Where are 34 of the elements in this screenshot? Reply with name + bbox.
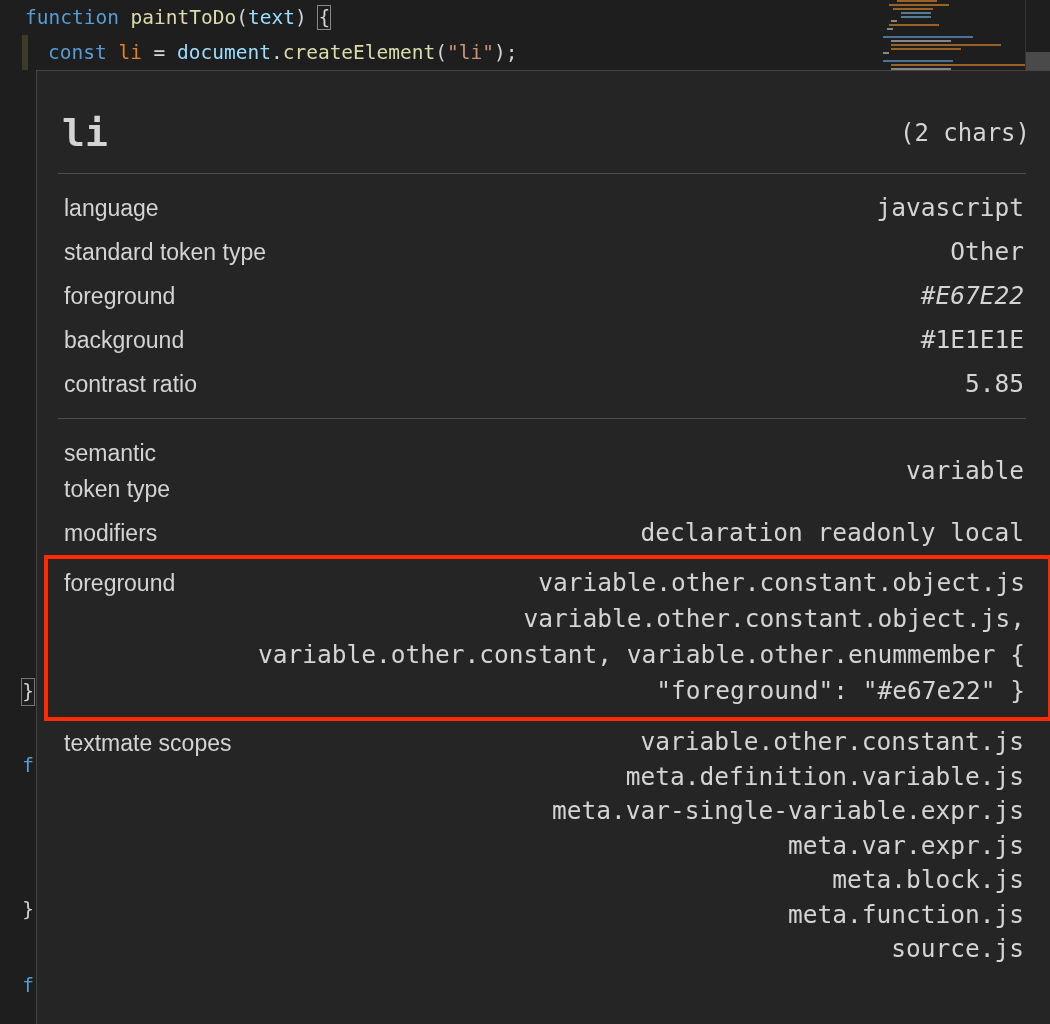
char-count: (2 chars) [899, 119, 1030, 147]
code-line: function paintToDo(text) { [24, 5, 332, 31]
property-value: Other [950, 236, 1024, 268]
property-value: javascript [876, 192, 1024, 224]
property-value: meta.definition.variable.js [625, 760, 1024, 793]
property-value: variable.other.constant.object.js, [523, 603, 1025, 635]
property-label: background [64, 326, 185, 355]
property-value: #E67E22 [920, 280, 1024, 312]
property-value: #1E1E1E [920, 324, 1024, 356]
property-label: contrast ratio [64, 370, 197, 399]
code-fragment: } [22, 679, 34, 705]
code-fragment: f [22, 973, 34, 999]
scrollbar[interactable] [1025, 0, 1050, 70]
property-value: meta.function.js [788, 898, 1024, 931]
property-value: meta.var.expr.js [788, 829, 1024, 862]
property-label: language [64, 194, 159, 223]
property-value: meta.block.js [832, 864, 1024, 896]
property-value: "foreground": "#e67e22" } [656, 675, 1025, 707]
property-value: 5.85 [965, 368, 1024, 400]
property-value: variable.other.constant.js [640, 726, 1024, 758]
property-value: meta.var-single-variable.expr.js [552, 795, 1024, 827]
code-fragment: f [22, 753, 34, 779]
property-value: source.js [891, 933, 1024, 965]
property-value: variable [906, 455, 1024, 487]
property-value: variable.other.constant.object.js [538, 567, 1025, 599]
property-label: foreground [64, 282, 176, 311]
code-fragment: } [22, 897, 34, 923]
token-name: li [61, 111, 108, 155]
property-value: declaration readonly local [640, 517, 1024, 549]
property-value: variable.other.constant, variable.other.enummember { [258, 639, 1025, 671]
property-label: foreground [64, 569, 176, 598]
property-label: standard token type [64, 238, 267, 267]
property-label: textmate scopes [64, 729, 232, 758]
property-label: modifiers [64, 519, 158, 548]
